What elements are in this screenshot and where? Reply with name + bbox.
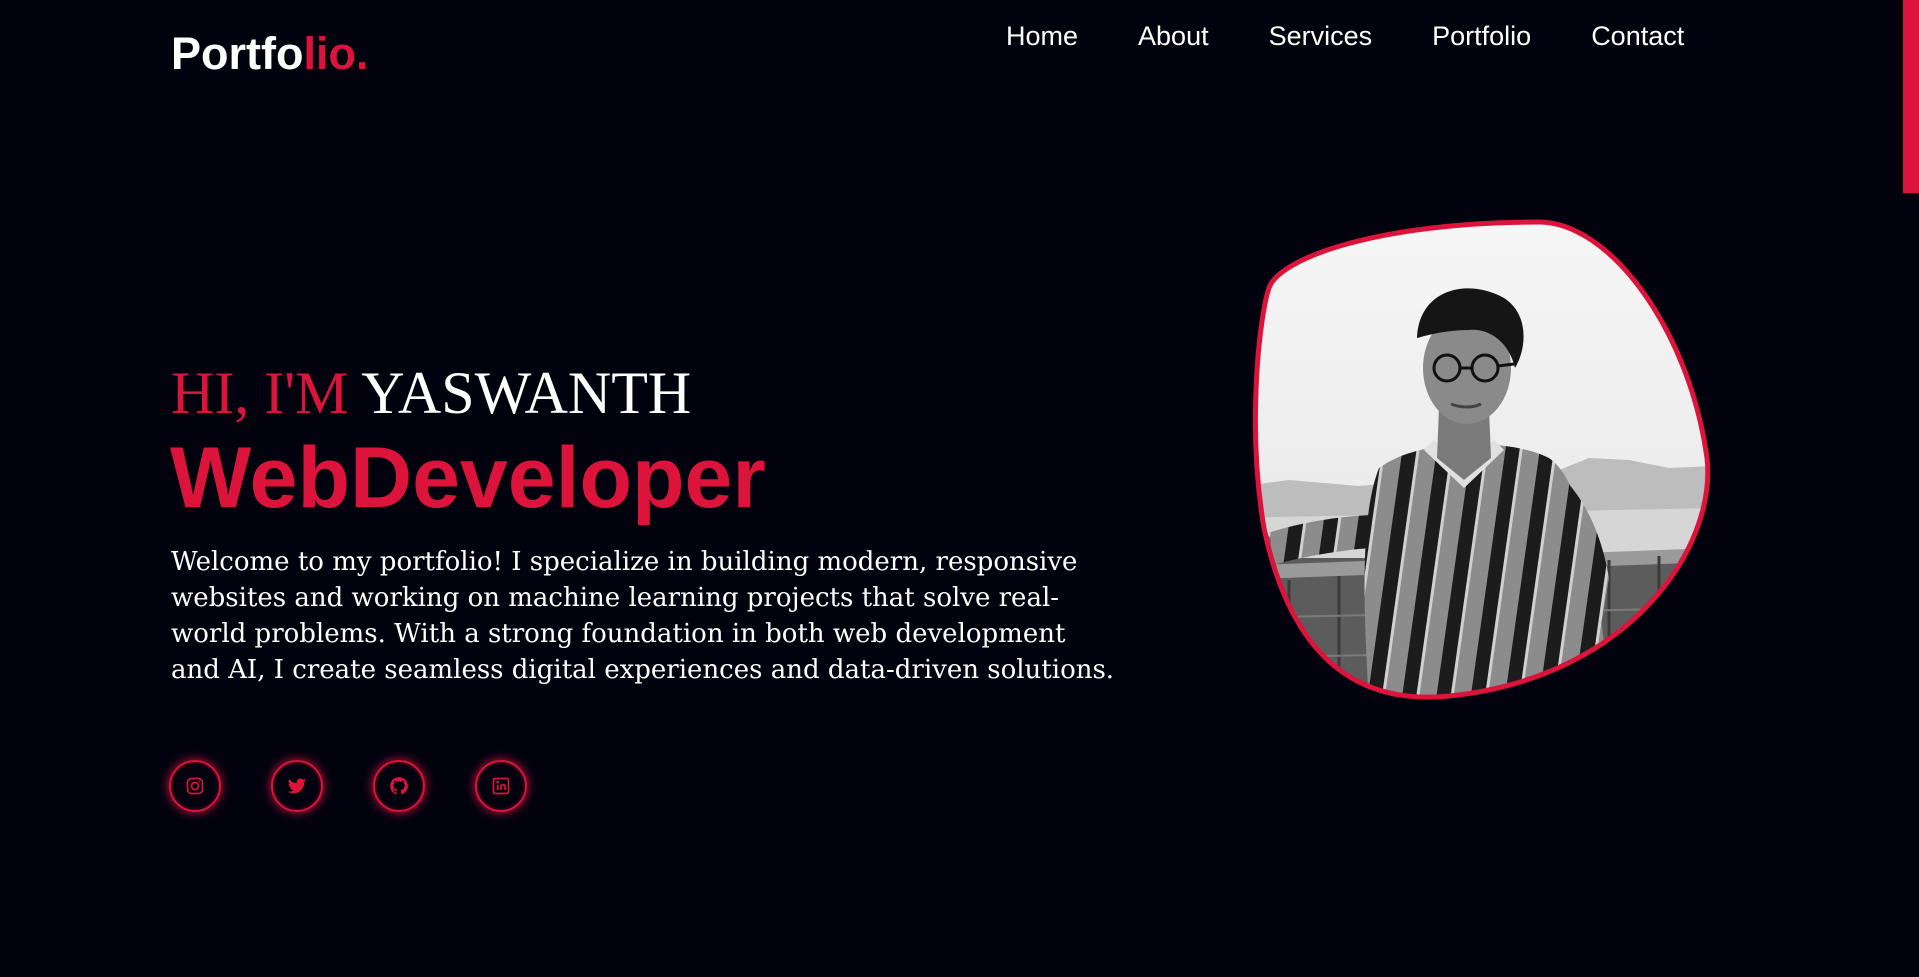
scrollbar-thumb[interactable] [1903,0,1919,193]
greeting-name: YASWANTH [361,360,692,426]
main-nav: Home About Services Portfolio Contact [1006,18,1684,54]
greeting-prefix: HI, I'M [171,360,349,426]
instagram-icon [186,777,204,795]
nav-link-about[interactable]: About [1138,18,1209,54]
github-icon [390,777,408,795]
hero-greeting: HI, I'M YASWANTH [171,360,691,426]
profile-photo [1229,218,1715,704]
twitter-icon [287,778,307,794]
social-links [169,760,527,812]
hero-role: WebDeveloper [170,430,766,526]
portfolio-page: Portfolio. Home About Services Portfolio… [0,0,1919,977]
profile-photo-illustration [1252,219,1711,700]
site-logo[interactable]: Portfolio. [171,28,368,80]
github-button[interactable] [373,760,425,812]
nav-link-contact[interactable]: Contact [1591,18,1684,54]
instagram-button[interactable] [169,760,221,812]
linkedin-icon [492,777,510,795]
logo-text-main: Portfo [171,28,304,79]
nav-link-portfolio[interactable]: Portfolio [1432,18,1531,54]
logo-text-accent: lio. [303,28,369,79]
linkedin-button[interactable] [475,760,527,812]
nav-link-home[interactable]: Home [1006,18,1078,54]
nav-link-services[interactable]: Services [1269,18,1373,54]
hero-intro: Welcome to my portfolio! I specialize in… [171,547,1115,685]
twitter-button[interactable] [271,760,323,812]
